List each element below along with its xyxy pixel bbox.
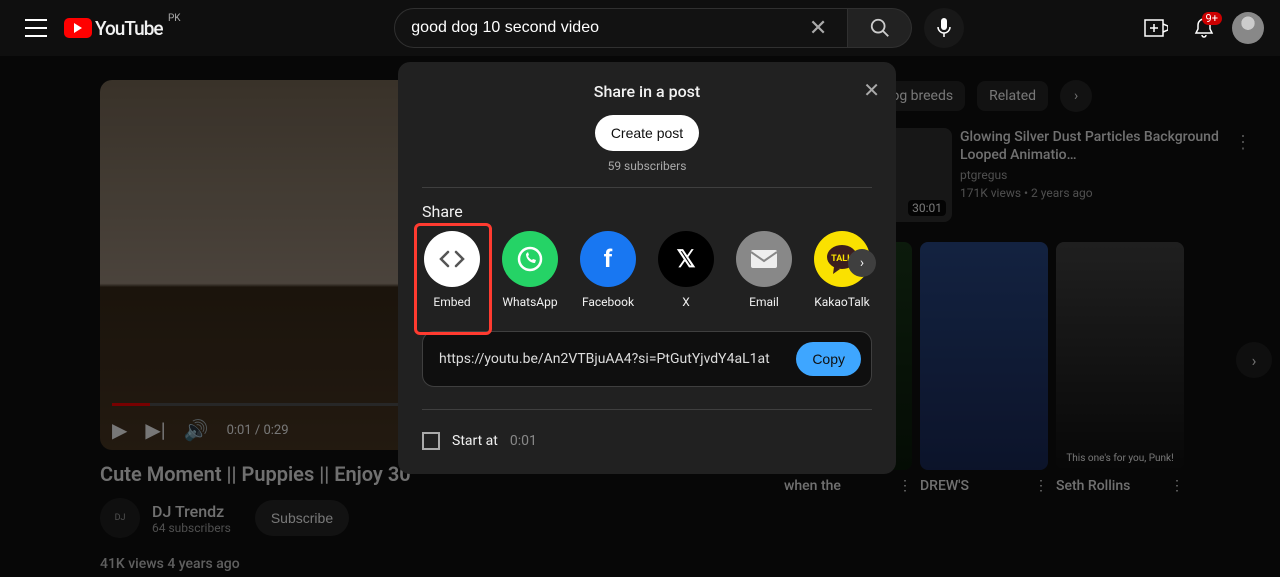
share-facebook[interactable]: f Facebook <box>578 231 638 309</box>
modal-subscribers: 59 subscribers <box>422 159 872 173</box>
start-at-time: 0:01 <box>510 433 537 449</box>
share-options: Embed WhatsApp f Facebook 𝕏 X Email TALK <box>422 231 872 309</box>
account-avatar[interactable] <box>1232 12 1264 44</box>
share-email[interactable]: Email <box>734 231 794 309</box>
start-at-label: Start at <box>452 433 498 449</box>
embed-icon <box>424 231 480 287</box>
share-label: Share <box>422 202 872 221</box>
notification-badge: 9+ <box>1202 12 1222 25</box>
header-right: 9+ <box>1136 8 1264 48</box>
search-icon <box>869 17 891 39</box>
search-button[interactable] <box>848 8 912 48</box>
modal-title: Share in a post <box>422 82 872 101</box>
voice-search-button[interactable] <box>924 8 964 48</box>
header: YouTube PK ✕ 9+ <box>0 0 1280 56</box>
start-at-row: Start at 0:01 <box>422 432 872 450</box>
create-post-button[interactable]: Create post <box>595 115 699 151</box>
share-link-box: https://youtu.be/An2VTBjuAA4?si=PtGutYjv… <box>422 331 872 387</box>
search-input[interactable] <box>411 19 805 37</box>
search-bar: ✕ <box>394 8 964 48</box>
create-icon <box>1144 19 1168 37</box>
divider <box>422 409 872 410</box>
close-icon[interactable]: ✕ <box>863 78 880 102</box>
facebook-icon: f <box>580 231 636 287</box>
hamburger-menu-icon[interactable] <box>16 8 56 48</box>
start-at-checkbox[interactable] <box>422 432 440 450</box>
email-icon <box>736 231 792 287</box>
share-whatsapp[interactable]: WhatsApp <box>500 231 560 309</box>
youtube-logo[interactable]: YouTube PK <box>64 17 163 40</box>
share-modal: ✕ Share in a post Create post 59 subscri… <box>398 62 896 474</box>
microphone-icon <box>937 18 951 38</box>
create-button[interactable] <box>1136 8 1176 48</box>
clear-icon[interactable]: ✕ <box>805 16 831 41</box>
play-icon <box>64 18 92 38</box>
search-box[interactable]: ✕ <box>394 8 848 48</box>
logo-text: YouTube <box>95 17 163 40</box>
copy-button[interactable]: Copy <box>796 342 861 376</box>
country-code: PK <box>168 13 181 24</box>
notifications-button[interactable]: 9+ <box>1184 8 1224 48</box>
whatsapp-icon <box>502 231 558 287</box>
share-x[interactable]: 𝕏 X <box>656 231 716 309</box>
share-embed[interactable]: Embed <box>422 231 482 309</box>
x-icon: 𝕏 <box>658 231 714 287</box>
divider <box>422 187 872 188</box>
share-next-button[interactable]: › <box>848 249 876 277</box>
share-link[interactable]: https://youtu.be/An2VTBjuAA4?si=PtGutYjv… <box>439 351 796 367</box>
